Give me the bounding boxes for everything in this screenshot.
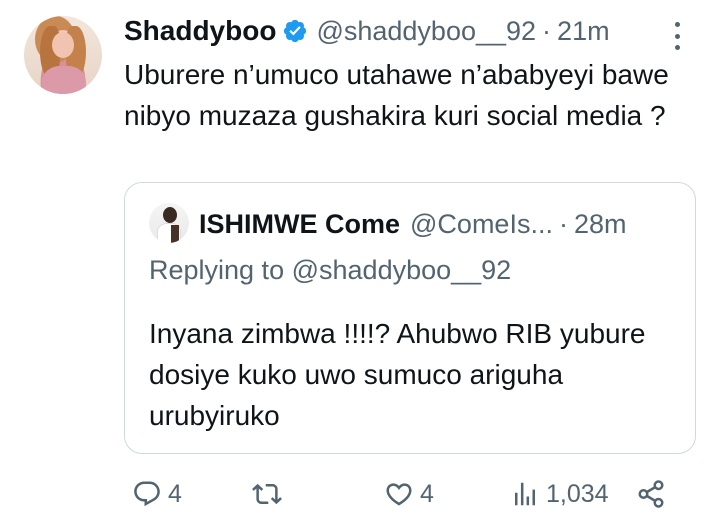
like-count: 4: [420, 479, 434, 508]
quoted-tweet-text: Inyana zimbwa !!!!? Ahubwo RIB yubure do…: [149, 318, 646, 431]
author-display-name[interactable]: Shaddyboo: [124, 15, 276, 47]
share-icon: [638, 480, 664, 508]
quoted-author-display-name: ISHIMWE Come: [199, 208, 401, 239]
tweet-text: Uburere n’umuco utahawe n’ababyeyi bawe …: [124, 59, 669, 131]
views-icon: [515, 482, 535, 506]
separator-dot: ·: [558, 208, 568, 239]
retweet-button[interactable]: [252, 474, 288, 514]
retweet-icon: [252, 483, 282, 505]
author-handle[interactable]: @shaddyboo__92: [316, 16, 536, 47]
more-icon[interactable]: [672, 22, 682, 50]
quoted-author-avatar: [149, 203, 189, 243]
tweet-header: Shaddyboo @shaddyboo__92 · 21m: [124, 14, 610, 48]
replying-prefix: Replying to: [149, 255, 285, 285]
replying-handle[interactable]: @shaddyboo__92: [292, 255, 512, 285]
quoted-tweet-time: 28m: [573, 208, 627, 239]
reply-count: 4: [168, 479, 182, 508]
verified-badge-icon: [284, 19, 307, 43]
quoted-tweet-header: ISHIMWE Come @ComeIs... · 28m: [199, 207, 626, 241]
author-avatar[interactable]: [24, 16, 102, 94]
reply-icon: [134, 481, 160, 507]
like-button[interactable]: 4: [384, 474, 434, 514]
action-bar: 4 4 1,034: [124, 474, 684, 514]
tweet-time[interactable]: 21m: [557, 16, 610, 47]
like-icon: [386, 483, 412, 506]
quoted-tweet[interactable]: ISHIMWE Come @ComeIs... · 28m Replying t…: [124, 182, 696, 454]
views-button[interactable]: 1,034: [510, 474, 609, 514]
quoted-author-handle: @ComeIs...: [410, 208, 553, 239]
separator-dot: ·: [542, 15, 552, 46]
views-count: 1,034: [546, 479, 609, 508]
share-button[interactable]: [636, 474, 666, 514]
reply-button[interactable]: 4: [132, 474, 182, 514]
replying-to: Replying to @shaddyboo__92: [149, 255, 511, 286]
tweet[interactable]: Shaddyboo @shaddyboo__92 · 21m Uburere n…: [0, 0, 720, 519]
